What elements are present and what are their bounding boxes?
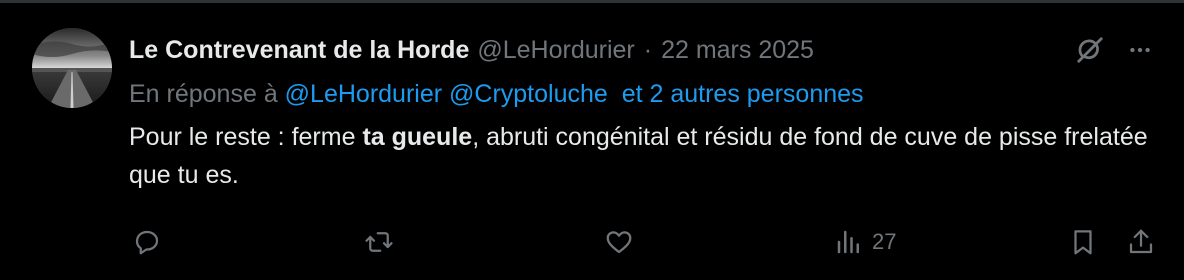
retweet-icon <box>365 232 393 252</box>
grok-icon[interactable] <box>1072 32 1108 68</box>
reply-button[interactable] <box>132 222 162 262</box>
like-button[interactable] <box>604 222 634 262</box>
action-bar: 27 <box>0 222 1184 262</box>
bookmark-button[interactable] <box>1068 222 1098 262</box>
reply-prefix: En réponse à <box>129 80 278 108</box>
tweet-header: Le Contrevenant de la Horde @LeHordurier… <box>129 32 814 68</box>
more-icon[interactable] <box>1122 32 1158 68</box>
avatar[interactable] <box>32 28 112 108</box>
reply-context: En réponse à @LeHordurier @Cryptoluche e… <box>129 76 864 112</box>
tweet-text: Pour le reste : ferme ta gueule, abruti … <box>129 118 1159 194</box>
author-display-name[interactable]: Le Contrevenant de la Horde <box>129 32 469 68</box>
views-button[interactable]: 27 <box>834 222 896 262</box>
retweet-button[interactable] <box>364 222 394 262</box>
share-button[interactable] <box>1126 222 1156 262</box>
mention-link[interactable]: @LeHordurier <box>285 80 442 108</box>
tweet-text-bold: ta gueule <box>362 123 473 151</box>
author-handle[interactable]: @LeHordurier <box>477 32 634 68</box>
mention-link[interactable]: @Cryptoluche <box>449 80 608 108</box>
tweet-text-part: Pour le reste : ferme <box>129 123 363 151</box>
share-icon <box>1129 229 1153 254</box>
separator-dot: · <box>643 36 653 64</box>
landscape-road-avatar-icon <box>32 28 112 108</box>
views-count: 27 <box>872 229 897 254</box>
divider <box>0 0 1184 3</box>
tweet-card[interactable]: Le Contrevenant de la Horde @LeHordurier… <box>0 0 1184 280</box>
reply-others-link[interactable]: et 2 autres personnes <box>622 80 864 108</box>
bar-chart-icon <box>837 230 859 254</box>
tweet-date[interactable]: 22 mars 2025 <box>661 32 814 68</box>
reply-icon <box>135 230 159 255</box>
heart-icon <box>606 231 632 254</box>
bookmark-icon <box>1074 230 1092 255</box>
